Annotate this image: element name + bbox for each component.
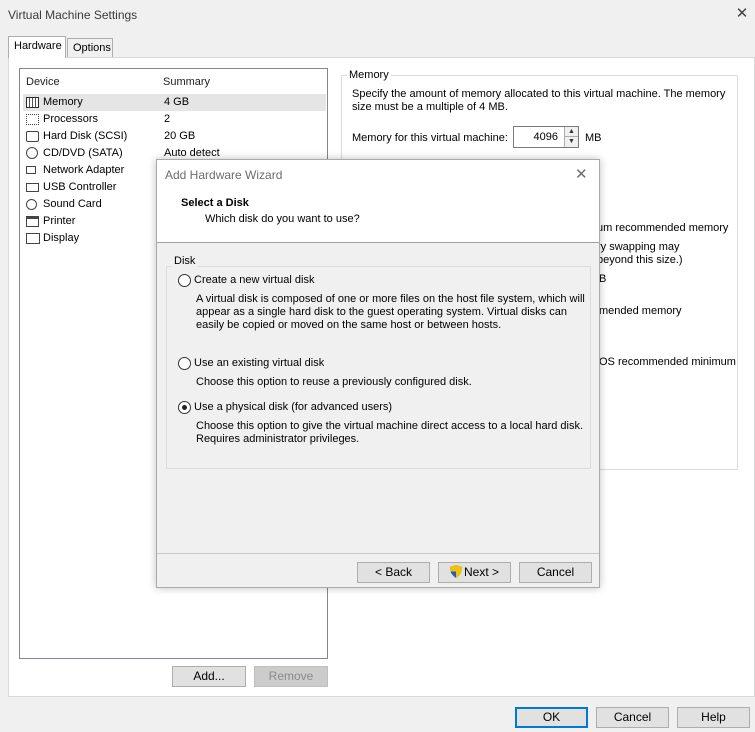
memory-hint-text: ry swapping may bbox=[597, 241, 680, 253]
device-summary: 2 bbox=[164, 113, 171, 125]
device-name: USB Controller bbox=[43, 181, 117, 193]
close-icon[interactable]: ✕ bbox=[575, 165, 588, 183]
spin-down-icon[interactable]: ▼ bbox=[564, 137, 578, 147]
device-summary: Auto detect bbox=[164, 147, 220, 159]
device-row-processors[interactable]: Processors 2 bbox=[23, 111, 326, 128]
radio-label[interactable]: Use an existing virtual disk bbox=[194, 357, 324, 369]
memory-value[interactable]: 4096 bbox=[534, 131, 558, 143]
disk-group-title: Disk bbox=[172, 255, 198, 267]
remove-device-button[interactable]: Remove bbox=[254, 666, 328, 687]
memory-spinbox[interactable]: 4096 ▲ ▼ bbox=[513, 126, 579, 148]
printer-icon bbox=[26, 216, 39, 227]
close-icon[interactable]: ✕ bbox=[734, 6, 750, 22]
help-button[interactable]: Help bbox=[677, 707, 750, 728]
memory-hint-text: mended memory bbox=[599, 305, 682, 317]
cd-dvd-icon bbox=[26, 147, 38, 159]
device-name: Printer bbox=[43, 215, 76, 227]
memory-description-line: size must be a multiple of 4 MB. bbox=[352, 101, 508, 113]
column-header-device[interactable]: Device bbox=[26, 76, 60, 88]
memory-hint-text: beyond this size.) bbox=[597, 254, 683, 266]
option-description: A virtual disk is composed of one or mor… bbox=[196, 293, 586, 332]
description-line: appear as a single hard disk to the gues… bbox=[196, 306, 567, 318]
device-name: Memory bbox=[43, 96, 83, 108]
device-row-memory[interactable]: Memory 4 GB bbox=[23, 94, 326, 111]
uac-shield-icon bbox=[449, 565, 462, 578]
ok-button[interactable]: OK bbox=[515, 707, 588, 728]
window-title: Virtual Machine Settings bbox=[8, 8, 138, 22]
option-description: Choose this option to reuse a previously… bbox=[196, 376, 586, 389]
device-name: Hard Disk (SCSI) bbox=[43, 130, 128, 142]
description-line: Requires administrator privileges. bbox=[196, 433, 360, 445]
next-button-label: Next > bbox=[463, 565, 499, 579]
description-line: A virtual disk is composed of one or mor… bbox=[196, 293, 585, 305]
add-device-button[interactable]: Add... bbox=[172, 666, 246, 687]
memory-hint-text: um recommended memory bbox=[597, 222, 729, 234]
memory-icon bbox=[26, 97, 39, 108]
wizard-cancel-button[interactable]: Cancel bbox=[519, 562, 592, 583]
back-button[interactable]: < Back bbox=[357, 562, 430, 583]
device-row-hard-disk[interactable]: Hard Disk (SCSI) 20 GB bbox=[23, 128, 326, 145]
memory-group-title: Memory bbox=[347, 69, 391, 81]
spin-up-icon[interactable]: ▲ bbox=[564, 127, 578, 137]
usb-icon bbox=[26, 183, 39, 192]
radio-selected-dot bbox=[182, 405, 187, 410]
display-icon bbox=[26, 233, 40, 244]
hard-disk-icon bbox=[26, 131, 39, 142]
device-name: Sound Card bbox=[43, 198, 102, 210]
network-adapter-icon bbox=[26, 166, 36, 174]
device-name: Display bbox=[43, 232, 80, 244]
tab-hardware[interactable]: Hardware bbox=[8, 36, 66, 58]
tab-options[interactable]: Options bbox=[67, 38, 113, 58]
radio-button[interactable] bbox=[178, 274, 191, 287]
column-header-summary[interactable]: Summary bbox=[163, 76, 210, 88]
memory-unit: MB bbox=[585, 132, 602, 144]
add-hardware-wizard-dialog: Add Hardware Wizard ✕ Select a Disk Whic… bbox=[156, 159, 600, 588]
description-line: Choose this option to reuse a previously… bbox=[196, 376, 472, 388]
option-description: Choose this option to give the virtual m… bbox=[196, 420, 586, 446]
memory-description-line: Specify the amount of memory allocated t… bbox=[352, 88, 726, 100]
device-summary: 4 GB bbox=[164, 96, 190, 108]
device-name: Processors bbox=[43, 113, 99, 125]
radio-button[interactable] bbox=[178, 401, 191, 414]
device-name: CD/DVD (SATA) bbox=[43, 147, 123, 159]
wizard-heading: Select a Disk bbox=[181, 197, 249, 209]
device-name: Network Adapter bbox=[43, 164, 125, 176]
wizard-title: Add Hardware Wizard bbox=[165, 168, 283, 182]
memory-hint-text: B bbox=[599, 273, 607, 285]
memory-field-label: Memory for this virtual machine: bbox=[352, 132, 508, 144]
wizard-separator bbox=[157, 553, 599, 554]
next-button[interactable]: Next > bbox=[438, 562, 511, 583]
sound-card-icon bbox=[26, 199, 37, 210]
cancel-button[interactable]: Cancel bbox=[596, 707, 669, 728]
radio-label[interactable]: Create a new virtual disk bbox=[194, 274, 314, 286]
wizard-subheading: Which disk do you want to use? bbox=[205, 213, 360, 225]
description-line: Choose this option to give the virtual m… bbox=[196, 420, 584, 432]
wizard-header: Add Hardware Wizard ✕ Select a Disk Whic… bbox=[157, 160, 599, 243]
memory-hint-text: OS recommended minimum bbox=[599, 356, 736, 368]
radio-label[interactable]: Use a physical disk (for advanced users) bbox=[194, 401, 392, 413]
radio-button[interactable] bbox=[178, 357, 191, 370]
processor-icon bbox=[26, 114, 39, 125]
device-summary: 20 GB bbox=[164, 130, 196, 142]
description-line: easily be copied or moved on the same ho… bbox=[196, 319, 502, 331]
